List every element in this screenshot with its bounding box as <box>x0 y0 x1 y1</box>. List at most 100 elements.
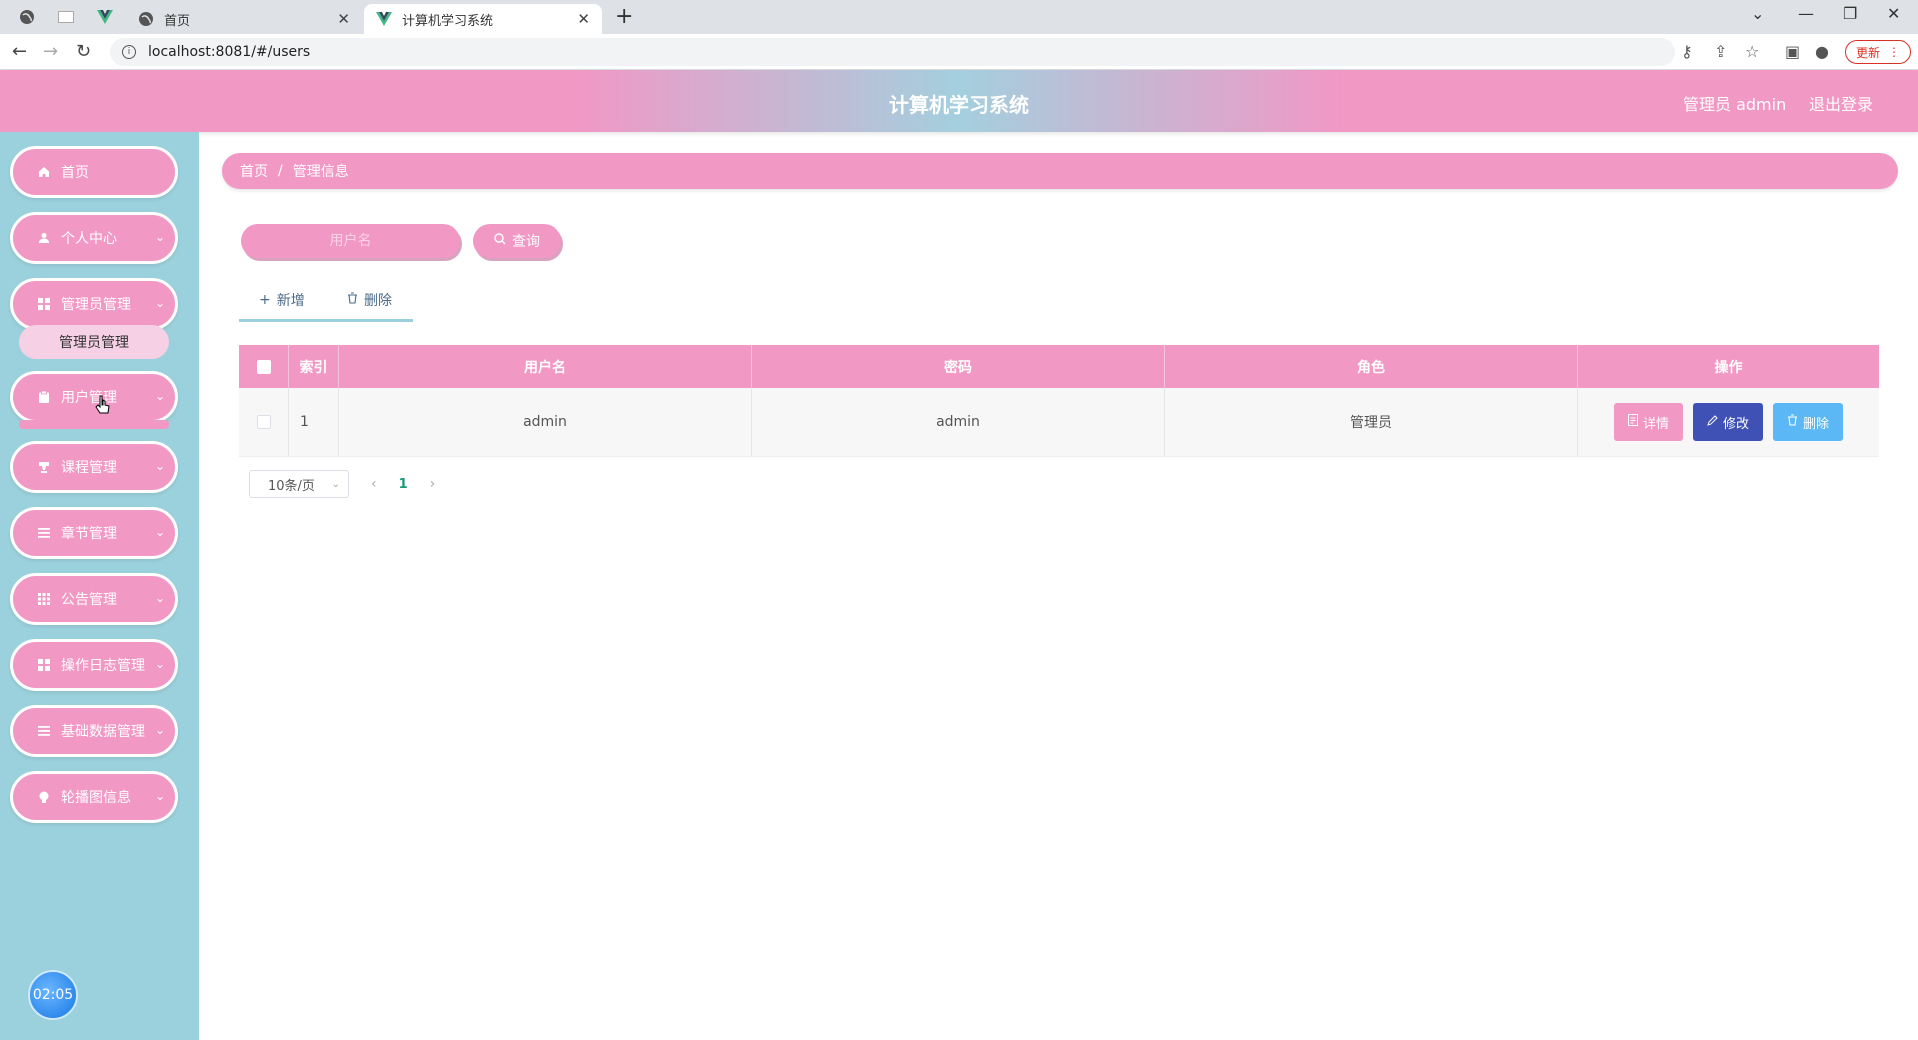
cup-icon <box>37 461 51 473</box>
trash-icon <box>347 292 358 308</box>
grid-icon <box>37 298 51 310</box>
site-info-icon[interactable]: i <box>122 45 136 59</box>
sidebar-item-basic-data[interactable]: 基础数据管理 ⌄ <box>10 705 178 757</box>
globe-icon[interactable] <box>17 7 37 27</box>
chevron-down-icon: ⌄ <box>154 230 165 244</box>
logout-link[interactable]: 退出登录 <box>1809 91 1873 115</box>
back-arrow-icon[interactable]: ← <box>12 41 27 62</box>
sidebar-item-label: 章节管理 <box>61 526 117 542</box>
header-actions: 操作 <box>1714 359 1743 376</box>
submenu-item-admin-management[interactable]: 管理员管理 <box>19 325 169 359</box>
sidebar-item-home[interactable]: 首页 <box>10 146 178 198</box>
chevron-down-icon: ⌄ <box>154 459 165 473</box>
forward-arrow-icon[interactable]: → <box>43 41 58 62</box>
users-table: 索引 用户名 密码 角色 操作 1 admin admin 管理员 详情 修改 <box>239 345 1879 457</box>
home-icon <box>37 166 51 178</box>
header-password: 密码 <box>752 345 1165 388</box>
sidebar-item-notice-management[interactable]: 公告管理 ⌄ <box>10 573 178 625</box>
header-username: 用户名 <box>339 345 752 388</box>
row-delete-label: 删除 <box>1803 416 1830 432</box>
breadcrumb-home[interactable]: 首页 <box>240 161 268 181</box>
breadcrumb-separator: / <box>278 163 283 179</box>
sidebar-item-label: 首页 <box>61 165 89 181</box>
tab-home[interactable]: 首页 ✕ <box>126 4 362 34</box>
new-tab-icon[interactable]: + <box>615 4 633 29</box>
list-icon <box>37 725 51 737</box>
blank-page-icon[interactable] <box>56 7 76 27</box>
browser-toolbar: ← → ↻ i localhost:8081/#/users ⚷ ⇪ ☆ ▣ ●… <box>0 34 1918 70</box>
cell-actions: 详情 修改 删除 <box>1578 388 1879 456</box>
edit-label: 修改 <box>1722 416 1749 432</box>
cell-password: admin <box>752 388 1165 456</box>
close-icon[interactable]: ✕ <box>337 10 350 28</box>
tab-label: 计算机学习系统 <box>402 13 494 29</box>
sidebar-item-label: 轮播图信息 <box>61 790 131 806</box>
user-icon <box>37 232 51 244</box>
search-button-label: 查询 <box>512 234 540 250</box>
close-icon[interactable]: ✕ <box>577 10 590 28</box>
current-user: 管理员 admin <box>1683 95 1787 114</box>
row-delete-button[interactable]: 删除 <box>1773 403 1844 441</box>
chevron-down-icon: ⌄ <box>154 525 165 539</box>
profile-icon[interactable]: ● <box>1815 42 1829 61</box>
detail-button[interactable]: 详情 <box>1613 403 1683 441</box>
select-all-checkbox[interactable] <box>256 359 271 374</box>
breadcrumb-current: 管理信息 <box>292 164 349 180</box>
sidebar-item-operation-log[interactable]: 操作日志管理 ⌄ <box>10 639 178 691</box>
cell-username: admin <box>339 388 752 456</box>
chevron-down-icon[interactable]: ⌄ <box>1751 4 1764 23</box>
prev-page-icon[interactable]: ‹ <box>371 476 377 492</box>
header-role: 角色 <box>1165 345 1578 388</box>
sidebar-item-chapter-management[interactable]: 章节管理 ⌄ <box>10 507 178 559</box>
sidebar-item-label: 基础数据管理 <box>61 724 145 740</box>
sidebar-item-label: 个人中心 <box>61 231 117 247</box>
vue-logo-icon <box>376 11 392 27</box>
page-size-select[interactable]: 10条/页 ⌄ <box>249 470 349 498</box>
app-title: 计算机学习系统 <box>889 93 1029 117</box>
vue-logo-icon[interactable] <box>95 7 115 27</box>
address-input[interactable]: i localhost:8081/#/users <box>110 38 1675 66</box>
submenu-collapsed-strip <box>19 420 169 429</box>
more-vert-icon: ⋮ <box>1888 45 1901 59</box>
select-all-cell <box>239 345 289 388</box>
update-button[interactable]: 更新 ⋮ <box>1845 40 1912 64</box>
update-label: 更新 <box>1856 45 1881 60</box>
sidebar-item-label: 公告管理 <box>61 592 117 608</box>
restore-icon[interactable]: ❐ <box>1843 4 1857 23</box>
plus-icon: + <box>259 292 271 308</box>
username-search-input[interactable] <box>241 224 460 258</box>
delete-label: 删除 <box>364 293 392 309</box>
sidebar-item-admin-management[interactable]: 管理员管理 ⌄ <box>10 278 178 330</box>
list-icon <box>37 527 51 539</box>
table-row: 1 admin admin 管理员 详情 修改 删除 <box>239 388 1879 457</box>
chevron-down-icon: ⌄ <box>154 389 165 403</box>
globe-icon <box>138 11 154 27</box>
sidebar-item-course-management[interactable]: 课程管理 ⌄ <box>10 441 178 493</box>
row-checkbox[interactable] <box>256 415 271 429</box>
next-page-icon[interactable]: › <box>430 476 436 492</box>
tab-label: 首页 <box>164 13 191 29</box>
sidebar: 首页 个人中心 ⌄ 管理员管理 ⌄ 管理员管理 用户管理 ⌄ 课程管理 ⌄ 章节… <box>0 132 199 1040</box>
page-number-current[interactable]: 1 <box>399 477 408 492</box>
add-button[interactable]: + 新增 <box>259 290 305 310</box>
batch-delete-button[interactable]: 删除 <box>347 290 392 310</box>
sidebar-item-carousel[interactable]: 轮播图信息 ⌄ <box>10 771 178 823</box>
key-icon[interactable]: ⚷ <box>1681 42 1693 61</box>
edit-button[interactable]: 修改 <box>1692 403 1763 441</box>
minimize-icon[interactable]: — <box>1798 4 1814 23</box>
reload-icon[interactable]: ↻ <box>76 41 91 62</box>
browser-tabbar: 首页 ✕ 计算机学习系统 ✕ + ⌄ — ❐ ✕ <box>0 0 1918 34</box>
tab-learning-system[interactable]: 计算机学习系统 ✕ <box>364 4 602 34</box>
chevron-down-icon: ⌄ <box>154 657 165 671</box>
trash-icon <box>1787 414 1798 430</box>
sidebar-item-user-management[interactable]: 用户管理 ⌄ <box>10 371 178 423</box>
side-panel-icon[interactable]: ▣ <box>1785 42 1800 61</box>
search-icon <box>494 233 506 249</box>
sidebar-item-personal-center[interactable]: 个人中心 ⌄ <box>10 212 178 264</box>
star-icon[interactable]: ☆ <box>1745 42 1759 61</box>
page-size-value: 10条/页 <box>268 478 315 494</box>
header-index: 索引 <box>289 345 339 388</box>
share-icon[interactable]: ⇪ <box>1714 42 1727 61</box>
window-close-icon[interactable]: ✕ <box>1887 4 1900 23</box>
search-button[interactable]: 查询 <box>473 224 561 258</box>
